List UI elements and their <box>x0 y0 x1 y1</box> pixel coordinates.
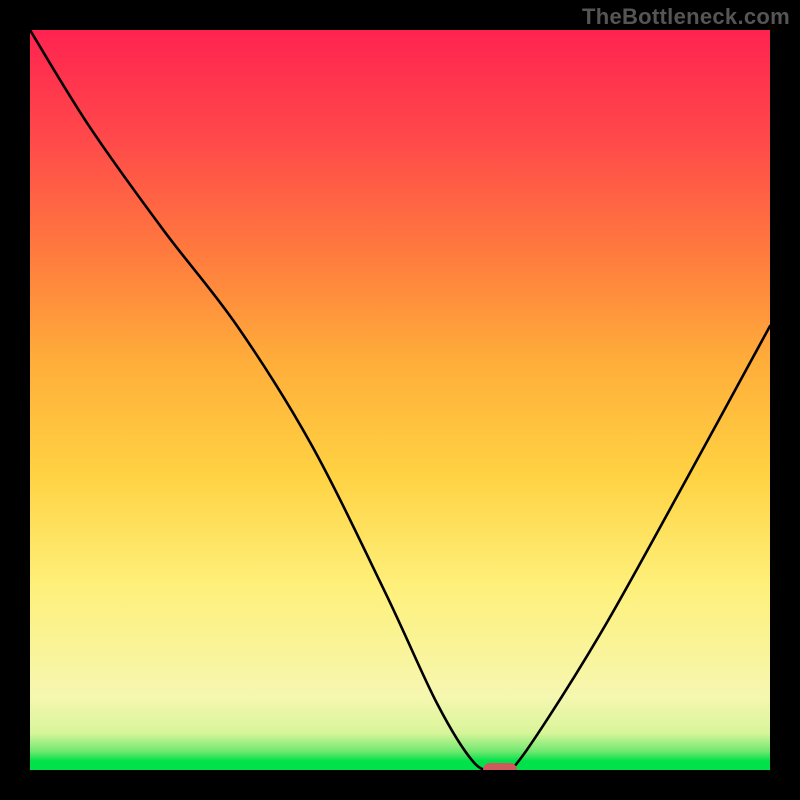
watermark-text: TheBottleneck.com <box>582 4 790 30</box>
curve-path <box>30 30 770 770</box>
plot-area <box>30 30 770 770</box>
bottleneck-curve <box>30 30 770 770</box>
optimum-marker <box>483 763 517 770</box>
chart-frame: TheBottleneck.com <box>0 0 800 800</box>
